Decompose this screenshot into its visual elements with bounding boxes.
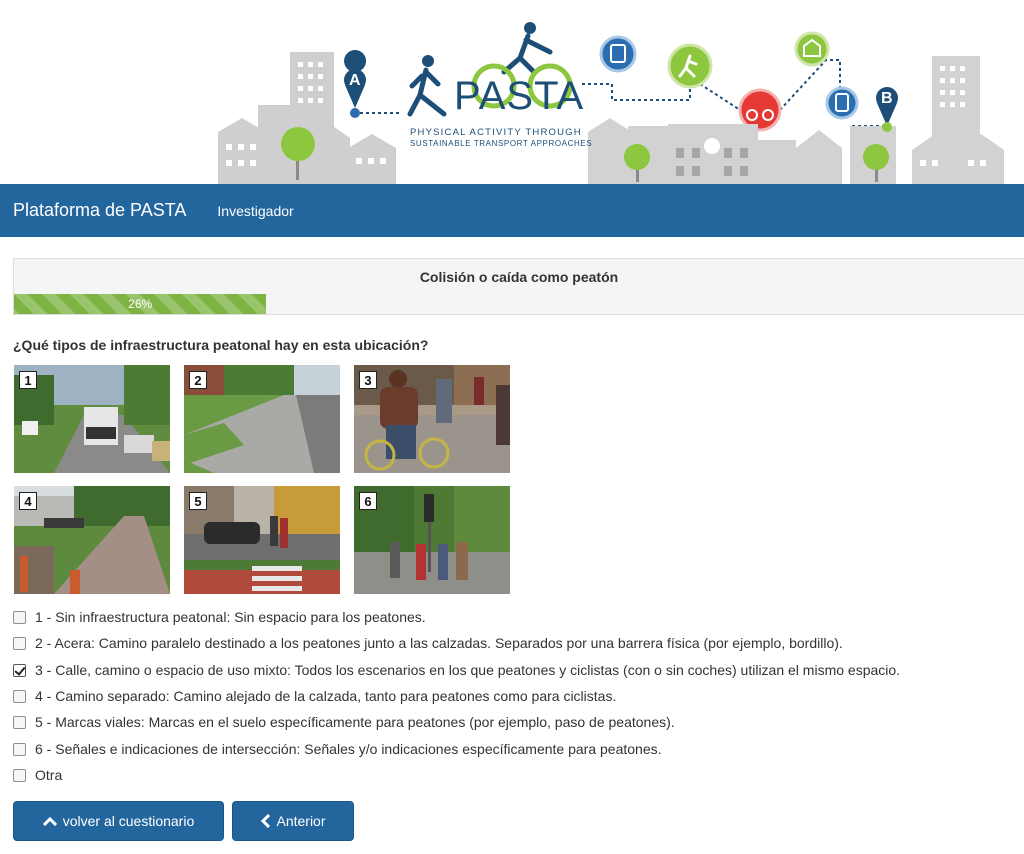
- brand-name: PASTA: [454, 74, 585, 118]
- option-checkbox[interactable]: [13, 663, 26, 677]
- option-label: 4 - Camino separado: Camino alejado de l…: [35, 688, 617, 704]
- option-checkbox[interactable]: [13, 742, 26, 756]
- nav-link-investigador[interactable]: Investigador: [217, 203, 293, 219]
- back-to-questionnaire-button[interactable]: volver al cuestionario: [13, 801, 224, 841]
- option-checkbox[interactable]: [13, 636, 26, 650]
- route-start-marker: A: [349, 72, 361, 89]
- option-label: 1 - Sin infraestructura peatonal: Sin es…: [35, 609, 426, 625]
- infrastructure-photo-2: 2: [184, 365, 340, 473]
- option-label: 3 - Calle, camino o espacio de uso mixto…: [35, 662, 901, 678]
- header-banner: PASTA PHYSICAL ACTIVITY THROUGH SUSTAINA…: [0, 0, 1024, 184]
- progress-bar-fill: 26%: [14, 294, 267, 314]
- photo-number: 6: [359, 492, 377, 510]
- chevron-left-icon: [261, 814, 271, 828]
- option-row[interactable]: 3 - Calle, camino o espacio de uso mixto…: [13, 660, 900, 680]
- photo-number: 2: [189, 371, 207, 389]
- brand-tagline-line1: PHYSICAL ACTIVITY THROUGH: [410, 127, 582, 138]
- section-title: Colisión o caída como peatón: [14, 259, 1024, 295]
- infrastructure-photo-6: 6: [354, 486, 510, 594]
- chevron-up-icon: [42, 816, 57, 826]
- option-row[interactable]: 1 - Sin infraestructura peatonal: Sin es…: [13, 607, 426, 627]
- photo-number: 5: [189, 492, 207, 510]
- top-navbar: Plataforma de PASTA Investigador: [0, 184, 1024, 237]
- progress-bar: 26%: [14, 294, 1024, 314]
- route-end-marker: B: [881, 90, 893, 107]
- option-row[interactable]: Otra: [13, 765, 62, 785]
- back-to-questionnaire-label: volver al cuestionario: [62, 813, 195, 829]
- option-row[interactable]: 2 - Acera: Camino paralelo destinado a l…: [13, 633, 843, 653]
- option-label: 6 - Señales e indicaciones de intersecci…: [35, 741, 662, 757]
- question-text: ¿Qué tipos de infraestructura peatonal h…: [13, 337, 429, 353]
- option-row[interactable]: 5 - Marcas viales: Marcas en el suelo es…: [13, 712, 675, 732]
- option-checkbox[interactable]: [13, 610, 26, 624]
- photo-number: 4: [19, 492, 37, 510]
- option-row[interactable]: 4 - Camino separado: Camino alejado de l…: [13, 686, 616, 706]
- previous-label: Anterior: [276, 813, 326, 829]
- infrastructure-photo-1: 1: [14, 365, 170, 473]
- infrastructure-photo-5: 5: [184, 486, 340, 594]
- option-checkbox[interactable]: [13, 768, 26, 782]
- option-label: 5 - Marcas viales: Marcas en el suelo es…: [35, 714, 675, 730]
- infrastructure-photo-3: 3: [354, 365, 510, 473]
- previous-button[interactable]: Anterior: [232, 801, 354, 841]
- option-label: 2 - Acera: Camino paralelo destinado a l…: [35, 635, 843, 651]
- brand-tagline-line2: SUSTAINABLE TRANSPORT APPROACHES: [410, 139, 593, 148]
- progress-panel: Colisión o caída como peatón 26%: [13, 258, 1024, 315]
- option-label: Otra: [35, 767, 63, 783]
- option-checkbox[interactable]: [13, 715, 26, 729]
- photo-number: 3: [359, 371, 377, 389]
- infrastructure-photo-4: 4: [14, 486, 170, 594]
- option-checkbox[interactable]: [13, 689, 26, 703]
- photo-number: 1: [19, 371, 37, 389]
- navbar-brand[interactable]: Plataforma de PASTA: [13, 200, 186, 221]
- option-row[interactable]: 6 - Señales e indicaciones de intersecci…: [13, 739, 662, 759]
